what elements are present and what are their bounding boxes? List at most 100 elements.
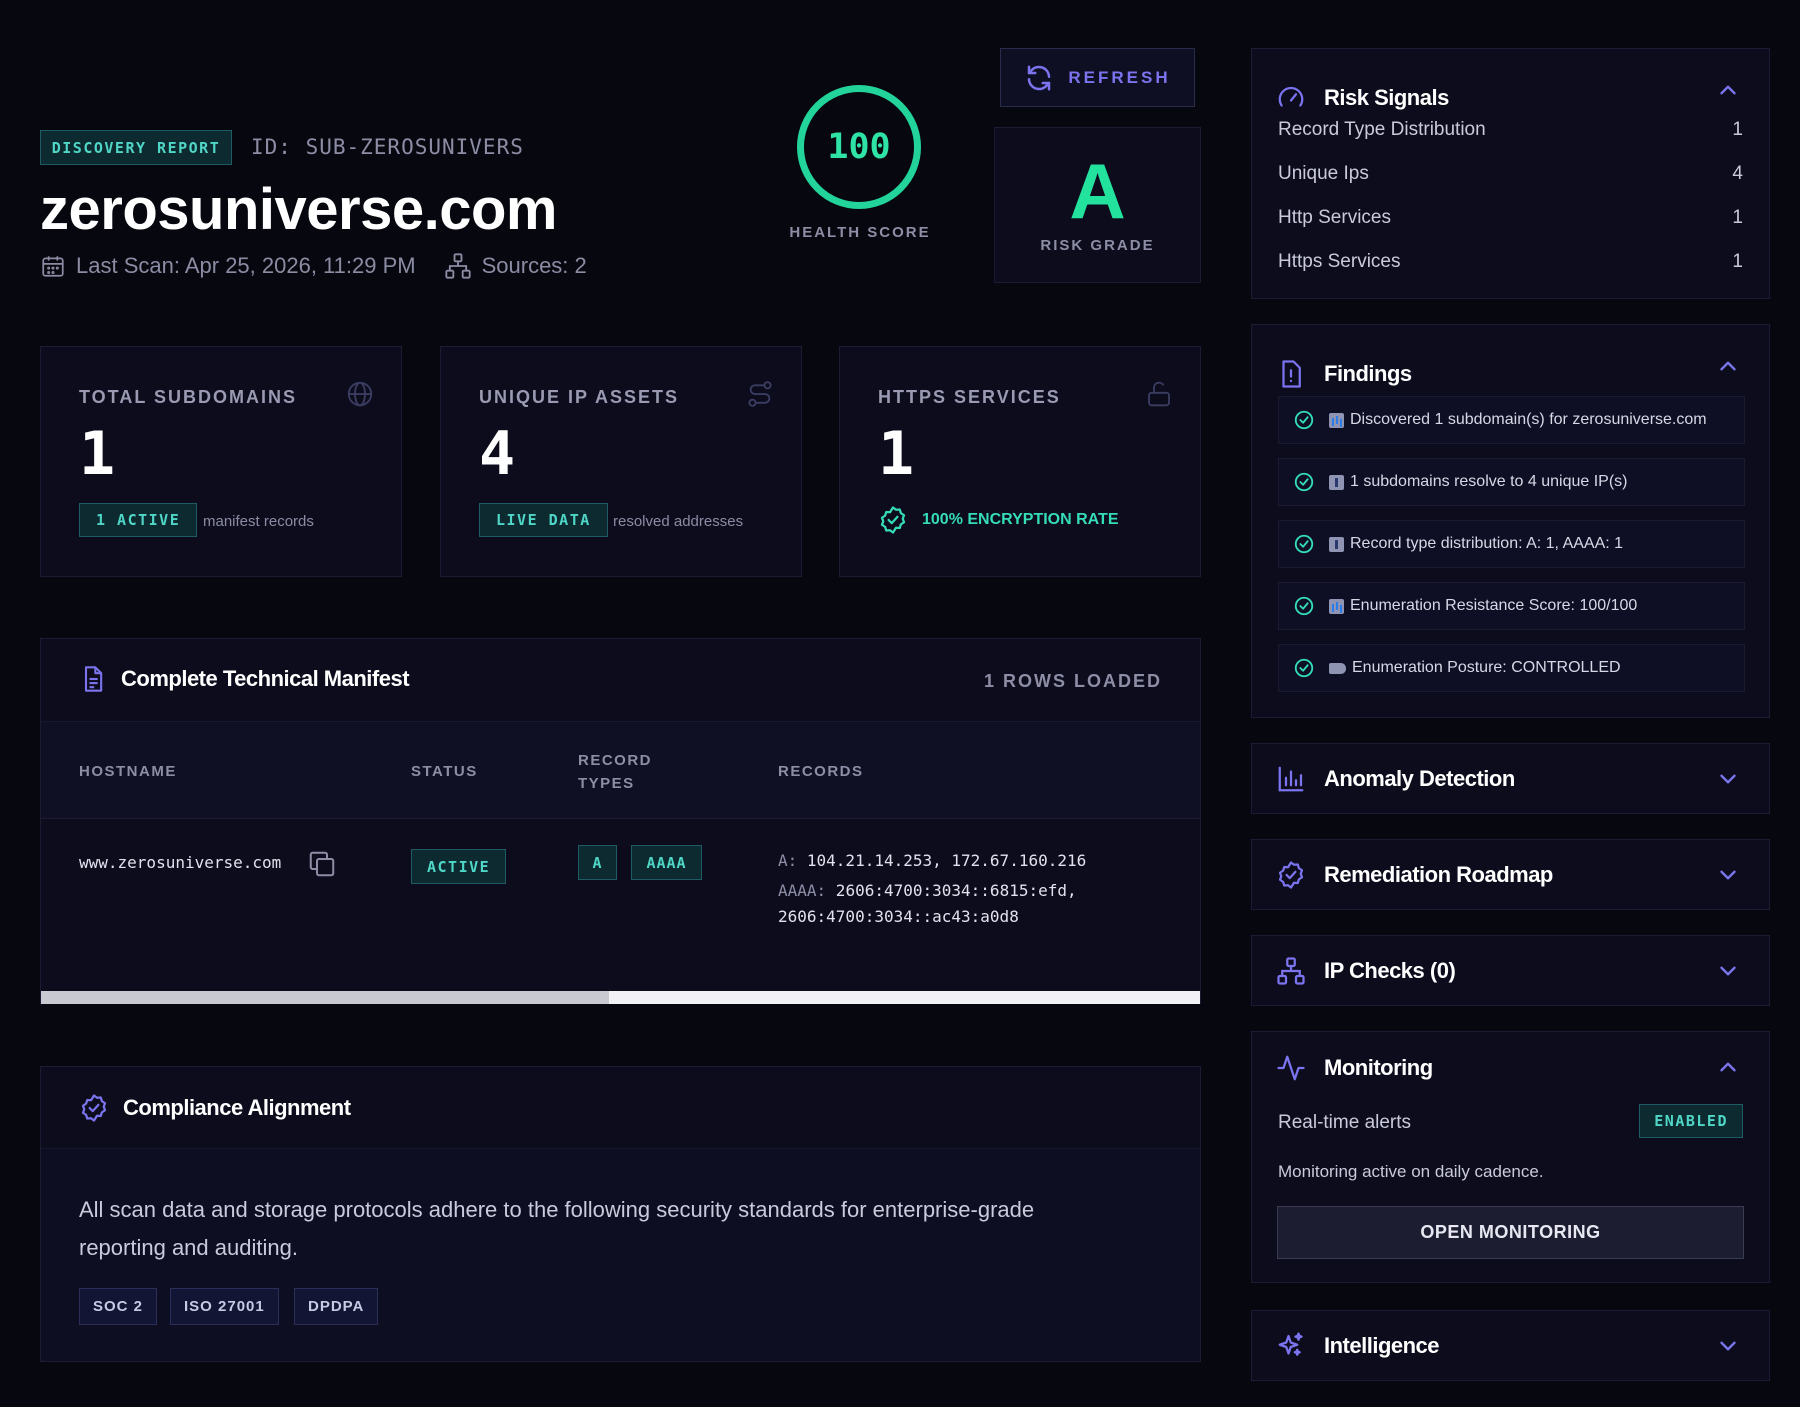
findings-title: Findings xyxy=(1324,361,1412,386)
aaaa-record-values: 2606:4700:3034::6815:efd, xyxy=(826,881,1077,900)
sparkles-icon xyxy=(1278,1332,1303,1356)
ip-checks-header[interactable]: IP Checks (0) xyxy=(1276,936,1456,1006)
findings-panel: Findings Discovered 1 subdomain(s) for z… xyxy=(1251,324,1770,718)
chevron-down-icon[interactable] xyxy=(1715,766,1741,792)
chevron-down-icon[interactable] xyxy=(1715,862,1741,888)
tag-icon xyxy=(1329,662,1346,674)
chevron-up-icon[interactable] xyxy=(1715,1054,1741,1080)
status-badge: LIVE DATA xyxy=(479,503,608,537)
chevron-down-icon[interactable] xyxy=(1715,958,1741,984)
globe-icon xyxy=(347,381,373,407)
manifest-header: Complete Technical Manifest xyxy=(79,665,410,693)
remediation-roadmap-title: Remediation Roadmap xyxy=(1324,862,1553,887)
check-circle-icon xyxy=(1294,658,1314,678)
risk-grade-value: A xyxy=(1069,147,1126,235)
check-circle-icon xyxy=(1294,534,1314,554)
finding-text: Record type distribution: A: 1, AAAA: 1 xyxy=(1350,535,1624,552)
scan-meta: Last Scan: Apr 25, 2026, 11:29 PM Source… xyxy=(40,252,587,280)
stat-card-subdomains: TOTAL SUBDOMAINS 1 1 ACTIVE manifest rec… xyxy=(40,346,402,577)
monitoring-cadence-text: Monitoring active on daily cadence. xyxy=(1278,1162,1544,1181)
route-icon xyxy=(748,381,772,407)
horizontal-scrollbar[interactable] xyxy=(41,991,1200,1004)
risk-signal-item: Http Services 1 xyxy=(1278,207,1743,229)
chevron-up-icon[interactable] xyxy=(1715,77,1741,103)
risk-signal-value: 1 xyxy=(1732,251,1743,272)
column-hostname[interactable]: HOSTNAME xyxy=(79,760,177,783)
check-circle-icon xyxy=(1294,596,1314,616)
activity-icon xyxy=(1277,1055,1305,1081)
bar-chart-icon xyxy=(1329,598,1344,614)
stat-value: 4 xyxy=(479,419,516,489)
finding-text: Enumeration Resistance Score: 100/100 xyxy=(1350,597,1638,614)
chevron-up-icon[interactable] xyxy=(1715,353,1741,379)
record-type-badge: A xyxy=(578,845,617,880)
badge-check-icon xyxy=(81,1094,107,1122)
ip-checks-title: IP Checks (0) xyxy=(1324,958,1456,983)
compliance-header: Compliance Alignment xyxy=(79,1093,351,1123)
calendar-icon xyxy=(42,256,64,277)
stat-note: resolved addresses xyxy=(613,513,744,530)
standard-chip: SOC 2 xyxy=(79,1288,158,1325)
stat-note: manifest records xyxy=(203,513,314,530)
anomaly-detection-panel[interactable]: Anomaly Detection xyxy=(1251,743,1770,814)
last-scan: Last Scan: Apr 25, 2026, 11:29 PM xyxy=(76,253,416,278)
risk-grade-label: RISK GRADE xyxy=(1040,237,1155,254)
bar-chart-icon xyxy=(1329,412,1344,428)
column-records[interactable]: RECORDS xyxy=(778,760,864,783)
intelligence-header[interactable]: Intelligence xyxy=(1276,1311,1440,1381)
stat-title: UNIQUE IP ASSETS xyxy=(479,387,680,407)
column-status[interactable]: STATUS xyxy=(411,760,478,783)
risk-signal-label: Https Services xyxy=(1278,251,1401,272)
intelligence-panel[interactable]: Intelligence xyxy=(1251,1310,1770,1381)
finding-item: Discovered 1 subdomain(s) for zerosunive… xyxy=(1278,396,1745,444)
column-record-types-line1: RECORD xyxy=(578,752,653,769)
open-monitoring-button[interactable]: OPEN MONITORING xyxy=(1277,1206,1744,1259)
page-title: zerosuniverse.com xyxy=(40,177,557,242)
refresh-button[interactable]: REFRESH xyxy=(1000,48,1195,107)
ip-checks-panel[interactable]: IP Checks (0) xyxy=(1251,935,1770,1006)
check-circle-icon xyxy=(1294,472,1314,492)
health-score-value: 100 xyxy=(827,127,891,167)
encryption-rate: 100% ENCRYPTION RATE xyxy=(878,505,1118,535)
status-badge: 1 ACTIVE xyxy=(79,503,198,537)
finding-item: 1 subdomains resolve to 4 unique IP(s) xyxy=(1278,458,1745,506)
chevron-down-icon[interactable] xyxy=(1715,1333,1741,1359)
a-records: A: 104.21.14.253, 172.67.160.216 xyxy=(778,848,1086,874)
report-id: ID: SUB-ZEROSUNIVERS xyxy=(251,135,524,159)
table-header: HOSTNAME STATUS RECORD TYPES RECORDS xyxy=(41,721,1200,819)
badge-check-icon xyxy=(880,506,906,534)
monitoring-header[interactable]: Monitoring xyxy=(1276,1033,1433,1103)
monitoring-cadence: Monitoring active on daily cadence. xyxy=(1278,1162,1743,1182)
risk-signal-label: Record Type Distribution xyxy=(1278,119,1486,140)
record-type-badge: AAAA xyxy=(631,845,702,880)
finding-item: Enumeration Resistance Score: 100/100 xyxy=(1278,582,1745,630)
finding-item: Record type distribution: A: 1, AAAA: 1 xyxy=(1278,520,1745,568)
alert-file-icon xyxy=(1282,360,1301,388)
finding-item: Enumeration Posture: CONTROLLED xyxy=(1278,644,1745,692)
risk-grade-card: A RISK GRADE xyxy=(994,127,1201,283)
compliance-description: All scan data and storage protocols adhe… xyxy=(79,1197,1035,1260)
remediation-roadmap-panel[interactable]: Remediation Roadmap xyxy=(1251,839,1770,910)
badge-check-icon xyxy=(1278,861,1304,889)
compliance-title: Compliance Alignment xyxy=(123,1095,351,1120)
health-score-ring: 100 xyxy=(797,85,921,209)
gauge-icon xyxy=(1278,86,1304,107)
refresh-label: REFRESH xyxy=(1068,67,1171,87)
risk-signal-item: Record Type Distribution 1 xyxy=(1278,119,1743,141)
risk-signal-item: Unique Ips 4 xyxy=(1278,163,1743,185)
stat-title: HTTPS SERVICES xyxy=(878,387,1061,407)
scrollbar-thumb[interactable] xyxy=(41,991,609,1004)
risk-signal-value: 1 xyxy=(1732,207,1743,228)
copy-icon[interactable] xyxy=(307,849,337,879)
lock-open-icon xyxy=(1148,381,1170,407)
finding-text: Enumeration Posture: CONTROLLED xyxy=(1352,659,1621,676)
risk-signal-item: Https Services 1 xyxy=(1278,251,1743,273)
risk-signals-title: Risk Signals xyxy=(1324,85,1449,110)
remediation-roadmap-header[interactable]: Remediation Roadmap xyxy=(1276,840,1553,910)
anomaly-detection-header[interactable]: Anomaly Detection xyxy=(1276,744,1515,814)
anomaly-detection-title: Anomaly Detection xyxy=(1324,766,1515,791)
column-record-types[interactable]: RECORD TYPES xyxy=(578,749,652,795)
status-badge: ACTIVE xyxy=(411,849,507,884)
stat-card-ip-assets: UNIQUE IP ASSETS 4 LIVE DATA resolved ad… xyxy=(440,346,802,577)
sitemap-icon xyxy=(1277,957,1305,985)
